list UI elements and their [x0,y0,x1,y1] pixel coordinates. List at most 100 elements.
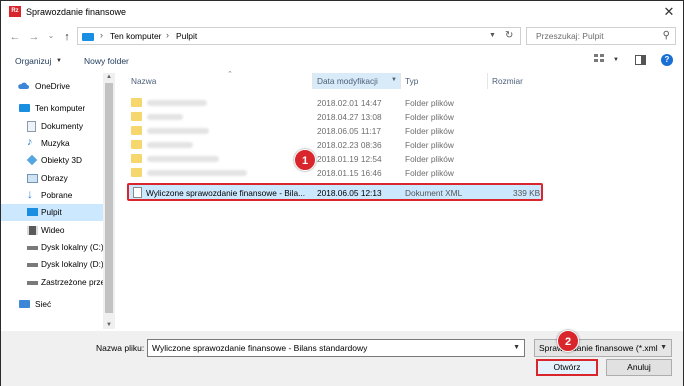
sidebar-item-onedrive[interactable]: OneDrive [1,78,103,95]
list-item[interactable]: 2018.06.05 11:17 Folder plików [127,124,647,138]
folder-icon [131,112,142,121]
filename-value[interactable]: Wyliczone sprawozdanie finansowe - Bilan… [152,343,367,353]
organize-button[interactable]: Organizuj [15,56,51,66]
breadcrumb-separator: › [166,30,169,40]
sidebar-item-zastrzezone[interactable]: Zastrzeżone prze [1,274,103,291]
blurred-folder-name [147,170,247,176]
scroll-down-icon[interactable]: ▼ [106,322,112,328]
list-item[interactable]: 2018.02.23 08:36 Folder plików [127,138,647,152]
back-arrow-icon[interactable]: ← [9,30,21,44]
breadcrumb-item-ten-komputer[interactable]: Ten komputer [110,31,162,41]
computer-icon [19,104,30,112]
file-size: 339 KB [513,188,541,198]
cancel-button[interactable]: Anuluj [606,359,672,376]
open-button[interactable]: Otwórz [536,359,598,376]
downloads-icon: ↓ [27,187,33,201]
sidebar-item-dysk-d[interactable]: Dysk lokalny (D:) [1,256,103,273]
chevron-down-icon: ▼ [56,58,62,64]
filename-field[interactable]: Wyliczone sprawozdanie finansowe - Bilan… [147,339,525,357]
sort-caret-icon: ⌃ [227,71,233,78]
column-header-type[interactable]: Typ [401,73,487,89]
scroll-up-icon[interactable]: ▲ [106,74,112,80]
sidebar-item-label: Obiekty 3D [41,155,83,165]
sidebar-item-label: Dysk lokalny (C:) [41,242,103,252]
sidebar-item-ten-komputer[interactable]: Ten komputer [1,100,103,117]
address-dropdown-icon[interactable]: ▼ [489,32,496,39]
help-icon[interactable]: ? [661,54,673,66]
sidebar-item-dokumenty[interactable]: Dokumenty [1,118,103,135]
column-header-date[interactable]: Data modyfikacji ▼ [313,73,400,89]
view-options-icon[interactable] [594,54,606,66]
close-icon[interactable]: ✕ [661,4,677,20]
breadcrumb-item-pulpit[interactable]: Pulpit [176,31,197,41]
drive-icon [27,246,38,250]
chevron-down-icon[interactable]: ▼ [613,57,619,63]
sidebar-item-pulpit[interactable]: Pulpit [1,204,103,221]
dialog-footer: Nazwa pliku: Wyliczone sprawozdanie fina… [1,330,683,386]
sidebar-item-label: Zastrzeżone prze [41,277,103,287]
blurred-folder-name [147,156,219,162]
preview-pane-icon[interactable] [635,55,646,65]
new-folder-button[interactable]: Nowy folder [84,56,129,66]
folder-icon [131,168,142,177]
search-box[interactable]: Przeszukaj: Pulpit ⚲ [526,27,676,45]
app-icon: Rz [9,6,21,17]
column-header-size[interactable]: Rozmiar [488,73,548,89]
sidebar-item-label: Pulpit [41,207,62,217]
selected-file-row[interactable]: Wyliczone sprawozdanie finansowe - Bila.… [127,183,543,201]
sidebar-item-muzyka[interactable]: ♪ Muzyka [1,135,103,152]
sidebar-item-label: Dysk lokalny (D:) [41,259,103,269]
list-item[interactable]: 2018.01.15 16:46 Folder plików [127,166,647,180]
sidebar-scrollbar[interactable]: ▲ ▼ [103,73,115,329]
address-bar[interactable]: › Ten komputer › Pulpit [77,27,521,45]
navigation-pane: OneDrive Ten komputer Dokumenty ♪ Muzyka… [1,73,103,329]
sidebar-item-obiekty-3d[interactable]: Obiekty 3D [1,152,103,169]
list-item[interactable]: 2018.02.01 14:47 Folder plików [127,96,647,110]
sidebar-item-dysk-c[interactable]: Dysk lokalny (C:) [1,239,103,256]
list-item[interactable]: 2018.04.27 13:08 Folder plików [127,110,647,124]
step-badge-2: 2 [557,330,579,352]
file-list: ⌃ Nazwa Data modyfikacji ▼ Typ Rozmiar 2… [117,71,683,329]
sidebar-item-label: Pobrane [41,190,73,200]
blurred-folder-name [147,142,193,148]
column-header-name[interactable]: ⌃ Nazwa [127,71,312,89]
xml-file-icon [133,187,142,198]
file-date: 2018.06.05 12:13 [317,188,382,198]
search-input[interactable]: Przeszukaj: Pulpit [536,31,604,41]
blurred-folder-name [147,114,183,120]
forward-arrow-icon[interactable]: → [28,30,40,44]
sidebar-item-label: Muzyka [41,138,70,148]
cloud-icon [17,82,29,91]
sidebar-item-label: Ten komputer [35,103,86,113]
up-arrow-icon[interactable]: ↑ [61,30,73,44]
sidebar-item-pobrane[interactable]: ↓ Pobrane [1,187,103,204]
chevron-down-icon[interactable]: ▼ [513,344,520,351]
command-toolbar: Organizuj ▼ Nowy folder ▼ ? [1,50,683,72]
filename-label: Nazwa pliku: [96,343,145,353]
navigation-bar: ← → ⌄ ↑ › Ten komputer › Pulpit ▼ ↻ Prze… [1,25,683,49]
folder-icon [131,154,142,163]
network-icon [19,300,30,308]
refresh-icon[interactable]: ↻ [505,30,513,41]
window-title: Sprawozdanie finansowe [26,7,127,17]
filetype-select[interactable]: Sprawozdanie finansowe (*.xml ▼ [534,339,672,357]
file-name: Wyliczone sprawozdanie finansowe - Bila.… [146,188,306,198]
file-type: Dokument XML [405,188,463,198]
recent-locations-icon[interactable]: ⌄ [45,29,57,43]
sidebar-item-siec[interactable]: Sieć [1,296,103,313]
chevron-down-icon[interactable]: ▼ [660,344,667,351]
sidebar-item-wideo[interactable]: Wideo [1,222,103,239]
video-icon [27,226,38,235]
sidebar-item-label: OneDrive [35,81,71,91]
folder-icon [131,140,142,149]
scrollbar-thumb[interactable] [105,83,113,313]
list-item[interactable]: 2018.01.19 12:54 Folder plików [127,152,647,166]
desktop-icon [27,208,38,216]
pictures-icon [27,174,38,183]
title-bar: Rz Sprawozdanie finansowe ✕ [1,1,683,23]
drive-icon [27,281,38,285]
chevron-down-icon: ▼ [391,77,397,83]
search-icon[interactable]: ⚲ [663,30,670,41]
sidebar-item-obrazy[interactable]: Obrazy [1,170,103,187]
blurred-folder-name [147,128,209,134]
